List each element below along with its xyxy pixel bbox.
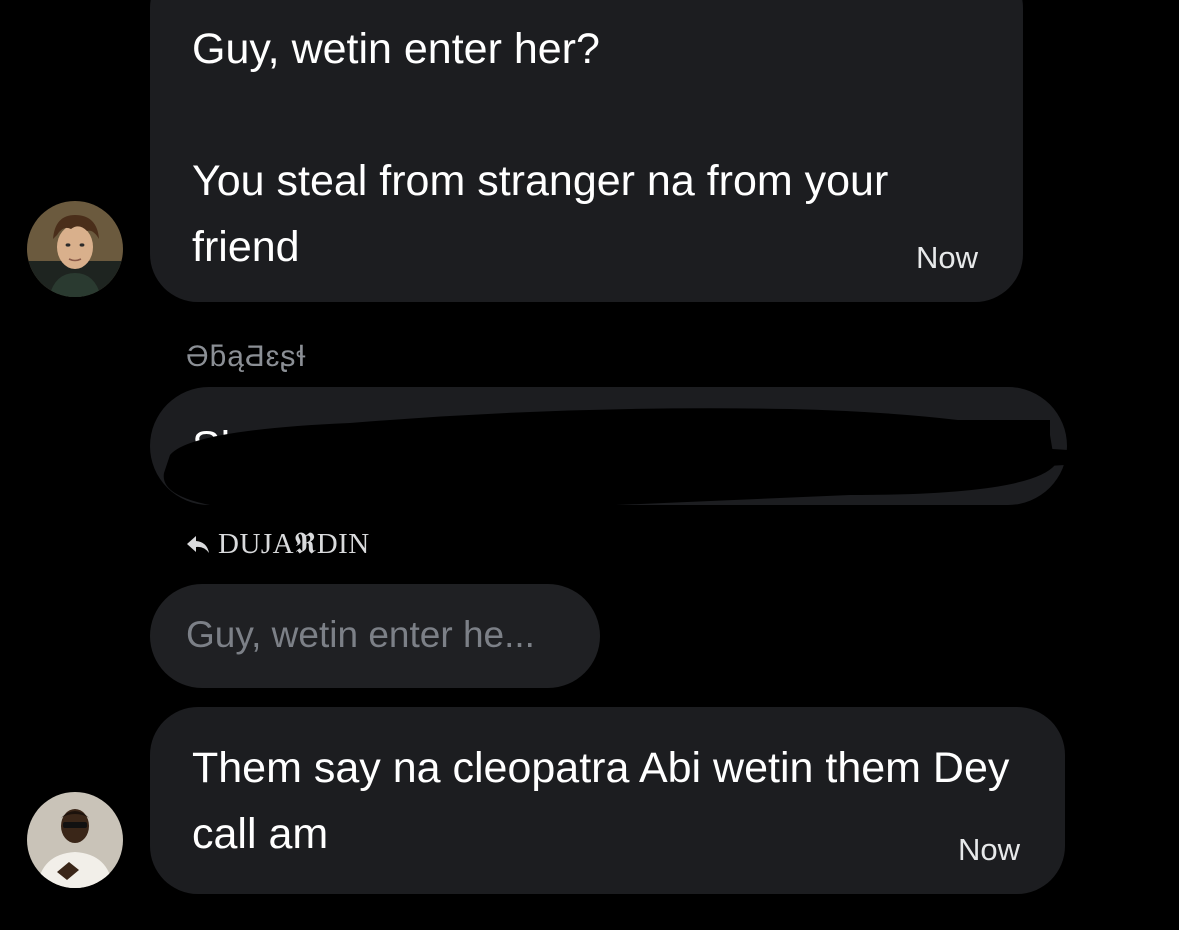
quoted-text: Guy, wetin enter he... <box>186 614 535 655</box>
message-bubble[interactable]: Guy, wetin enter her? You steal from str… <box>150 0 1023 302</box>
redaction-scribble <box>163 408 1068 510</box>
message-timestamp: Now <box>957 832 1020 867</box>
reply-to-name: DUJA𝕽DIN <box>218 528 370 560</box>
quoted-message-preview[interactable]: Guy, wetin enter he... <box>150 584 600 688</box>
reply-reference[interactable]: DUJA𝕽DIN <box>186 528 370 561</box>
sender-avatar[interactable] <box>27 792 123 888</box>
message-bubble[interactable]: Them say na cleopatra Abi wetin them Dey… <box>150 707 1065 894</box>
reply-arrow-icon <box>187 535 209 553</box>
message-text: Guy, wetin enter her? You steal from str… <box>192 25 889 271</box>
message-timestamp: Now <box>915 240 978 275</box>
sender-name[interactable]: ƏƃąƋɛʂɬ <box>186 340 307 374</box>
message-text: Them say na cleopatra Abi wetin them Dey… <box>192 744 1010 858</box>
sender-avatar[interactable] <box>27 201 123 297</box>
